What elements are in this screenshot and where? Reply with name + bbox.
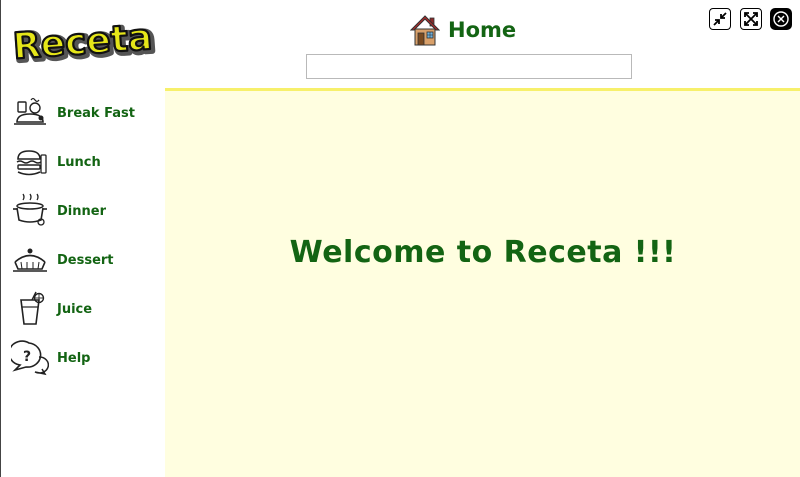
svg-text:Receta: Receta (12, 20, 154, 66)
restore-icon (713, 12, 727, 26)
sidebar-item-dinner[interactable]: Dinner (11, 191, 161, 231)
maximize-button[interactable] (740, 8, 762, 30)
maximize-icon (744, 12, 758, 26)
sidebar-item-juice[interactable]: Juice (11, 289, 161, 329)
sidebar-item-dessert[interactable]: Dessert (11, 240, 161, 280)
lunch-icon (16, 150, 47, 176)
sidebar-item-label: Dessert (57, 252, 114, 268)
close-button[interactable] (770, 8, 792, 30)
sidebar-item-label: Dinner (57, 203, 106, 219)
page-title: Home (448, 18, 517, 42)
dessert-icon (13, 248, 47, 272)
welcome-message: Welcome to Receta !!! (289, 235, 677, 270)
sidebar-item-lunch[interactable]: Lunch (11, 142, 161, 182)
page-header: Home (410, 12, 516, 48)
main-content: Welcome to Receta !!! (165, 88, 800, 477)
juice-icon (20, 291, 45, 325)
svg-text:?: ? (23, 349, 31, 365)
sidebar: Break Fast Lunch Dinner Dessert Juice ? … (1, 88, 165, 477)
help-icon: ? (11, 340, 49, 376)
sidebar-item-help[interactable]: ? Help (11, 338, 161, 378)
sidebar-item-label: Help (57, 350, 91, 366)
search-input[interactable] (306, 54, 632, 79)
sidebar-item-breakfast[interactable]: Break Fast (11, 93, 161, 133)
dinner-icon (13, 193, 47, 226)
restore-button[interactable] (709, 8, 731, 30)
sidebar-item-label: Lunch (57, 154, 101, 170)
home-icon (410, 15, 440, 46)
app-window: Receta Receta Home Break Fast Lunch Dinn… (0, 0, 800, 477)
close-icon (773, 11, 789, 27)
breakfast-icon (14, 97, 46, 125)
sidebar-item-label: Juice (57, 301, 93, 317)
receta-logo: Receta Receta (9, 20, 165, 66)
sidebar-item-label: Break Fast (57, 105, 135, 121)
